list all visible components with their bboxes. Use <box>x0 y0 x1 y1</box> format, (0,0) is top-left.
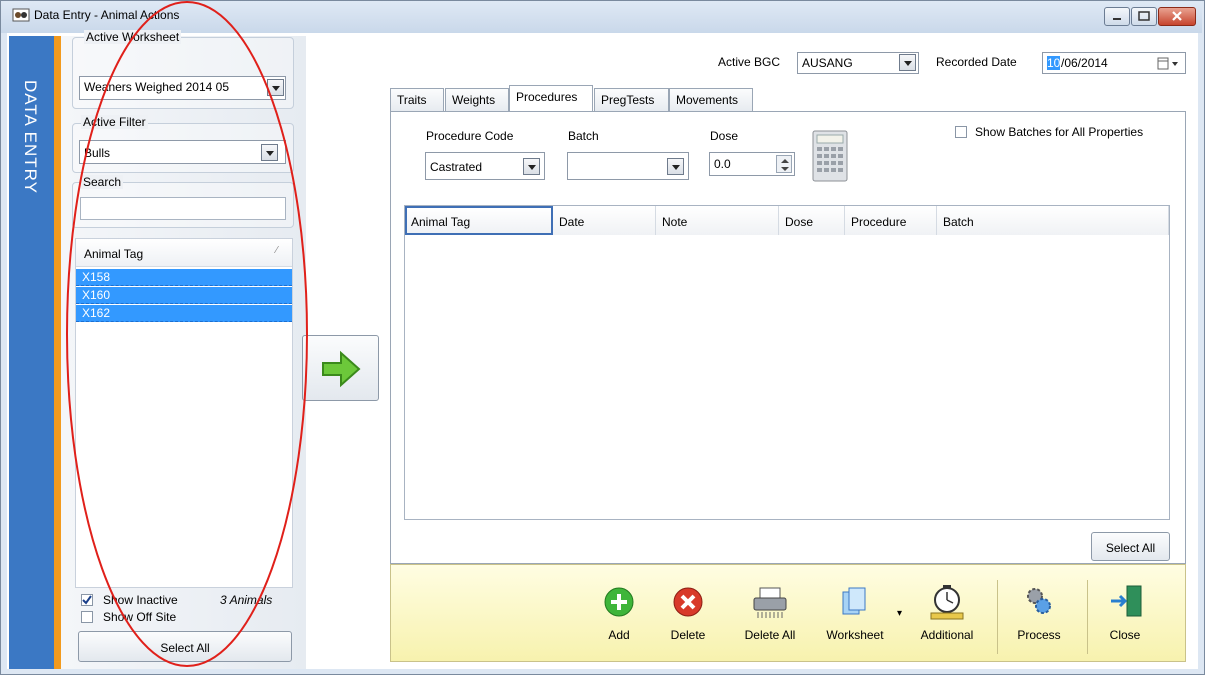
calendar-icon[interactable] <box>1157 57 1181 74</box>
toolbar-separator <box>997 580 998 654</box>
grid-header-note[interactable]: Note <box>656 206 779 235</box>
shredder-icon <box>753 587 787 618</box>
delete-button[interactable]: Delete <box>663 584 713 646</box>
procedure-code-dropdown[interactable]: Castrated <box>425 152 545 180</box>
dose-label: Dose <box>710 129 739 143</box>
dose-value: 0.0 <box>714 157 731 171</box>
documents-icon <box>842 587 866 615</box>
tab-traits[interactable]: Traits <box>390 88 444 111</box>
plus-icon <box>604 587 634 617</box>
toolbar-separator <box>1087 580 1088 654</box>
spin-icon[interactable] <box>776 155 792 173</box>
annotation-ellipse <box>66 1 308 667</box>
recorded-date-picker[interactable]: 10 /06/2014 <box>1042 52 1186 74</box>
worksheet-button[interactable]: Worksheet <box>815 584 895 646</box>
gears-icon <box>1027 588 1051 614</box>
grid-header-animal-tag[interactable]: Animal Tag <box>405 206 553 235</box>
date-day-selected: 10 <box>1047 56 1061 70</box>
grid-header-batch[interactable]: Batch <box>937 206 1169 235</box>
date-rest: /06/2014 <box>1061 56 1108 70</box>
additional-button[interactable]: Additional <box>907 584 987 646</box>
close-window-button[interactable] <box>1158 7 1196 26</box>
recorded-date-label: Recorded Date <box>936 55 1017 69</box>
dose-stepper[interactable]: 0.0 <box>709 152 795 176</box>
grid-header-dose[interactable]: Dose <box>779 206 845 235</box>
sidebar-label: DATA ENTRY <box>9 36 54 236</box>
show-batches-checkbox[interactable] <box>955 126 967 138</box>
maximize-button[interactable] <box>1131 7 1157 26</box>
process-button[interactable]: Process <box>1005 584 1073 646</box>
tab-procedures[interactable]: Procedures <box>509 85 593 112</box>
app-icon <box>12 7 30 23</box>
close-button[interactable]: Close <box>1097 584 1153 646</box>
stopwatch-icon <box>930 585 964 620</box>
batch-label: Batch <box>568 129 599 143</box>
bgc-label: Active BGC <box>718 55 781 69</box>
procedures-grid[interactable]: Animal Tag Date Note Dose Procedure Batc… <box>404 205 1170 520</box>
delete-all-button[interactable]: Delete All <box>735 584 805 646</box>
svg-text:DATA ENTRY: DATA ENTRY <box>21 80 40 194</box>
chevron-down-icon[interactable] <box>667 158 684 175</box>
tab-pregtests[interactable]: PregTests <box>594 88 669 111</box>
tab-movements[interactable]: Movements <box>669 88 753 111</box>
minimize-button[interactable] <box>1104 7 1130 26</box>
procedure-code-label: Procedure Code <box>426 129 514 143</box>
procedure-code-value: Castrated <box>430 160 483 174</box>
batch-dropdown[interactable] <box>567 152 689 180</box>
exit-door-icon <box>1111 585 1142 617</box>
delete-x-icon <box>673 587 703 617</box>
add-button[interactable]: Add <box>596 584 642 646</box>
tab-weights[interactable]: Weights <box>445 88 509 111</box>
chevron-down-icon[interactable] <box>523 158 540 175</box>
bgc-dropdown[interactable]: AUSANG <box>797 52 919 74</box>
grid-header-procedure[interactable]: Procedure <box>845 206 937 235</box>
grid-header-date[interactable]: Date <box>553 206 656 235</box>
chevron-down-icon[interactable] <box>899 54 916 71</box>
worksheet-dropdown-arrow-icon[interactable]: ▾ <box>897 608 902 619</box>
calculator-icon[interactable] <box>811 129 849 186</box>
grid-select-all-button[interactable]: Select All <box>1091 532 1170 561</box>
bgc-value: AUSANG <box>802 56 853 70</box>
show-batches-label: Show Batches for All Properties <box>975 125 1144 139</box>
